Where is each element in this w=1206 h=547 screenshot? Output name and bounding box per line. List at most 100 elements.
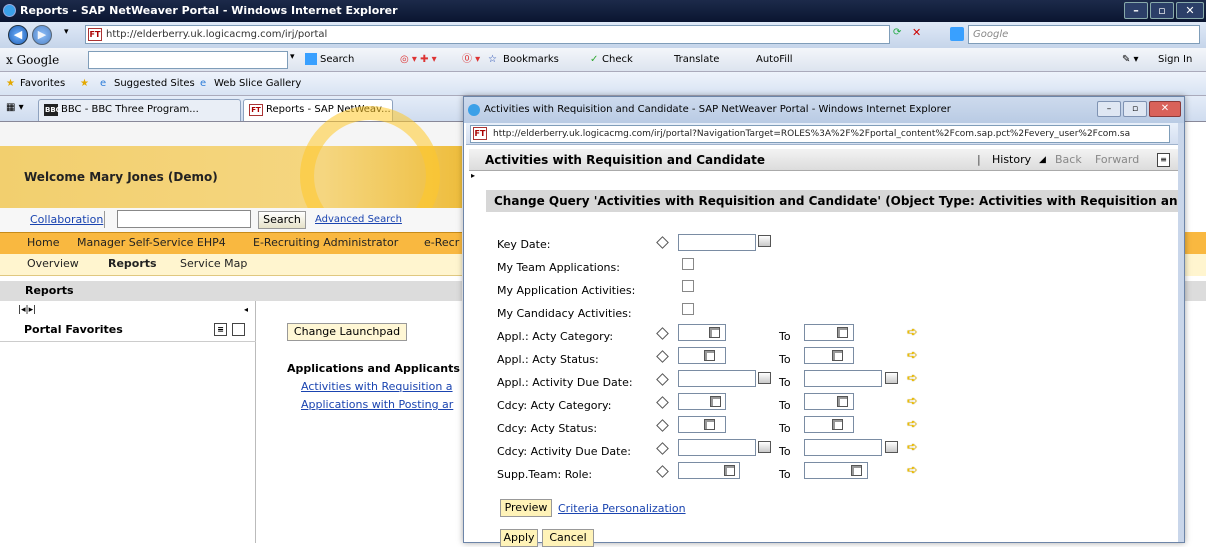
appl-acty-status-to[interactable] <box>804 347 854 364</box>
multiple-selection-icon[interactable]: ➪ <box>907 325 918 340</box>
collaboration-link[interactable]: Collaboration <box>30 213 103 226</box>
popup-scrollbar[interactable] <box>1178 123 1184 542</box>
nav-erecruiting-admin[interactable]: E-Recruiting Administrator <box>253 236 398 249</box>
toolbar-bookmarks[interactable]: Bookmarks <box>503 52 559 68</box>
quick-tabs-icon[interactable]: ▦ ▾ <box>6 102 24 113</box>
calendar-icon[interactable] <box>885 372 898 384</box>
history-button[interactable]: History <box>992 149 1031 171</box>
my-team-applications-checkbox[interactable] <box>682 258 694 270</box>
nav-manager-self-service[interactable]: Manager Self-Service EHP4 <box>77 236 226 249</box>
subnav-service-map[interactable]: Service Map <box>180 257 247 270</box>
toolbar-autofill[interactable]: AutoFill <box>756 52 793 68</box>
calendar-icon[interactable] <box>758 372 771 384</box>
google-toolbar-input[interactable] <box>88 51 288 69</box>
subnav-reports[interactable]: Reports <box>108 257 157 270</box>
value-help-icon[interactable] <box>837 327 848 338</box>
popup-close-icon[interactable]: ✕ <box>1149 101 1181 117</box>
toolbar-check[interactable]: Check <box>602 52 633 68</box>
toolbar-sign-in[interactable]: Sign In <box>1158 52 1192 68</box>
close-icon[interactable]: ✕ <box>1176 2 1204 19</box>
favorites-label[interactable]: Favorites <box>20 76 65 92</box>
subnav-overview[interactable]: Overview <box>27 257 79 270</box>
chevron-down-icon[interactable]: ▾ <box>64 27 69 37</box>
multiple-selection-icon[interactable]: ➪ <box>907 463 918 478</box>
panel-arrow-icon[interactable]: ◂ <box>244 305 248 314</box>
multiple-selection-icon[interactable]: ➪ <box>907 371 918 386</box>
popup-maximize-icon[interactable]: ▫ <box>1123 101 1147 117</box>
applications-link[interactable]: Applications with Posting ar <box>301 398 453 411</box>
calendar-icon[interactable] <box>885 441 898 453</box>
key-date-input[interactable] <box>678 234 756 251</box>
my-application-activities-checkbox[interactable] <box>682 280 694 292</box>
wrench-icon[interactable]: ✎ ▾ <box>1122 52 1139 68</box>
chevron-down-icon[interactable]: ▾ <box>290 52 295 62</box>
refresh-icon[interactable]: ⟳ <box>893 27 901 38</box>
cdcy-acty-status-to[interactable] <box>804 416 854 433</box>
appl-due-date-from[interactable] <box>678 370 756 387</box>
panel-collapse-icon[interactable]: |◂|▸| <box>18 305 36 315</box>
criteria-personalization-link[interactable]: Criteria Personalization <box>558 502 686 515</box>
web-slice-gallery[interactable]: Web Slice Gallery <box>214 76 301 92</box>
maximize-icon[interactable]: ▫ <box>1150 2 1174 19</box>
toolbar-search[interactable]: Search <box>320 52 354 68</box>
diamond-icon <box>656 327 669 340</box>
cancel-button[interactable]: Cancel <box>542 529 594 547</box>
toolbar-extra-icon[interactable]: ◎ ▾ ✚ ▾ <box>400 52 437 68</box>
stop-icon[interactable]: ✕ <box>912 26 921 39</box>
value-help-icon[interactable] <box>724 465 735 476</box>
toolbar-translate[interactable]: Translate <box>674 52 719 68</box>
menu-icon[interactable]: ≡ <box>1157 153 1170 167</box>
cdcy-acty-status-from[interactable] <box>678 416 726 433</box>
history-dropdown-icon[interactable]: ◢ <box>1039 149 1046 171</box>
my-application-activities-label: My Application Activities: <box>497 284 636 297</box>
value-help-icon[interactable] <box>837 396 848 407</box>
multiple-selection-icon[interactable]: ➪ <box>907 417 918 432</box>
star-icon[interactable]: ☆ <box>488 52 497 68</box>
forward-button[interactable]: Forward <box>1095 149 1139 171</box>
portal-search-button[interactable]: Search <box>258 211 306 229</box>
back-icon[interactable]: ◀ <box>8 25 28 45</box>
to-label: To <box>779 468 791 481</box>
multiple-selection-icon[interactable]: ➪ <box>907 394 918 409</box>
change-launchpad-button[interactable]: Change Launchpad <box>287 323 407 341</box>
nav-home[interactable]: Home <box>27 236 59 249</box>
back-button[interactable]: Back <box>1055 149 1082 171</box>
suggested-sites[interactable]: Suggested Sites <box>114 76 195 92</box>
tab-bbc[interactable]: BBC BBC - BBC Three Program... <box>38 99 241 121</box>
cdcy-due-date-to[interactable] <box>804 439 882 456</box>
calendar-icon[interactable] <box>758 235 771 247</box>
value-help-icon[interactable] <box>851 465 862 476</box>
activities-link[interactable]: Activities with Requisition a <box>301 380 453 393</box>
value-help-icon[interactable] <box>704 419 715 430</box>
multiple-selection-icon[interactable]: ➪ <box>907 440 918 455</box>
advanced-search-link[interactable]: Advanced Search <box>315 214 402 225</box>
add-favorite-icon[interactable]: ★ <box>80 76 89 92</box>
appl-acty-status-from[interactable] <box>678 347 726 364</box>
value-help-icon[interactable] <box>710 396 721 407</box>
popup-minimize-icon[interactable]: – <box>1097 101 1121 117</box>
portal-search-input[interactable] <box>117 210 251 228</box>
nav-erecr[interactable]: e-Recr <box>424 236 459 249</box>
toolbar-news-icon[interactable]: ⓪ ▾ <box>462 52 480 68</box>
popup-address-bar[interactable]: FT http://elderberry.uk.logicacmg.com/ir… <box>470 125 1170 143</box>
value-help-icon[interactable] <box>832 419 843 430</box>
address-bar[interactable]: FT http://elderberry.uk.logicacmg.com/ir… <box>85 25 890 44</box>
expand-arrow-icon[interactable]: ▸ <box>471 171 475 180</box>
maximize-panel-icon[interactable] <box>232 323 245 336</box>
right-strip: ≡ <box>1185 146 1206 543</box>
minimize-icon[interactable]: – <box>1124 2 1148 19</box>
my-candidacy-activities-checkbox[interactable] <box>682 303 694 315</box>
google-search-input[interactable]: Google <box>968 25 1200 44</box>
apply-button[interactable]: Apply <box>500 529 538 547</box>
cdcy-due-date-from[interactable] <box>678 439 756 456</box>
appl-due-date-to[interactable] <box>804 370 882 387</box>
forward-icon[interactable]: ▶ <box>32 25 52 45</box>
value-help-icon[interactable] <box>704 350 715 361</box>
value-help-icon[interactable] <box>709 327 720 338</box>
value-help-icon[interactable] <box>832 350 843 361</box>
menu-icon[interactable]: ≡ <box>214 323 227 336</box>
calendar-icon[interactable] <box>758 441 771 453</box>
check-icon[interactable]: ✓ <box>590 52 598 68</box>
multiple-selection-icon[interactable]: ➪ <box>907 348 918 363</box>
preview-button[interactable]: Preview <box>500 499 552 517</box>
